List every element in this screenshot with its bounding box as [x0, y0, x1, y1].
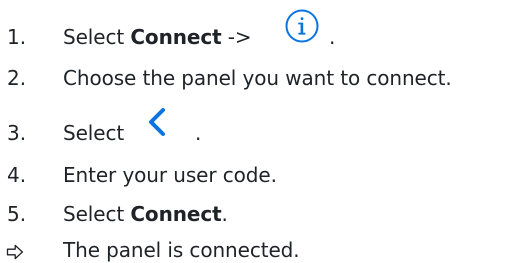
- step-trailing-period: .: [195, 121, 202, 145]
- step-number: 3.: [7, 121, 27, 145]
- result-arrow-icon: [6, 244, 24, 260]
- step-trailing-period: .: [329, 25, 336, 49]
- step-prefix: Select: [63, 25, 131, 49]
- chevron-left-icon: [149, 108, 165, 136]
- result-line: The panel is connected.: [0, 222, 524, 262]
- step-number: 2.: [7, 66, 27, 90]
- step-text: Select Connect ->: [63, 25, 252, 49]
- step-text: Select: [63, 121, 125, 145]
- step-3: 3. Select .: [0, 105, 524, 145]
- info-circle-icon: [285, 9, 319, 43]
- step-5: 5. Select Connect.: [0, 186, 524, 226]
- result-text: The panel is connected.: [63, 238, 300, 262]
- step-number: 4.: [7, 163, 27, 187]
- step-text: Enter your user code.: [63, 163, 277, 187]
- step-2: 2. Choose the panel you want to connect.: [0, 50, 524, 90]
- step-suffix: ->: [221, 25, 252, 49]
- step-text: Choose the panel you want to connect.: [63, 66, 452, 90]
- step-4: 4. Enter your user code.: [0, 147, 524, 187]
- connect-label: Connect: [130, 25, 222, 49]
- step-1: 1. Select Connect -> .: [0, 9, 524, 49]
- step-number: 1.: [7, 25, 27, 49]
- instruction-list: 1. Select Connect -> . 2. Choose the pan…: [0, 0, 524, 263]
